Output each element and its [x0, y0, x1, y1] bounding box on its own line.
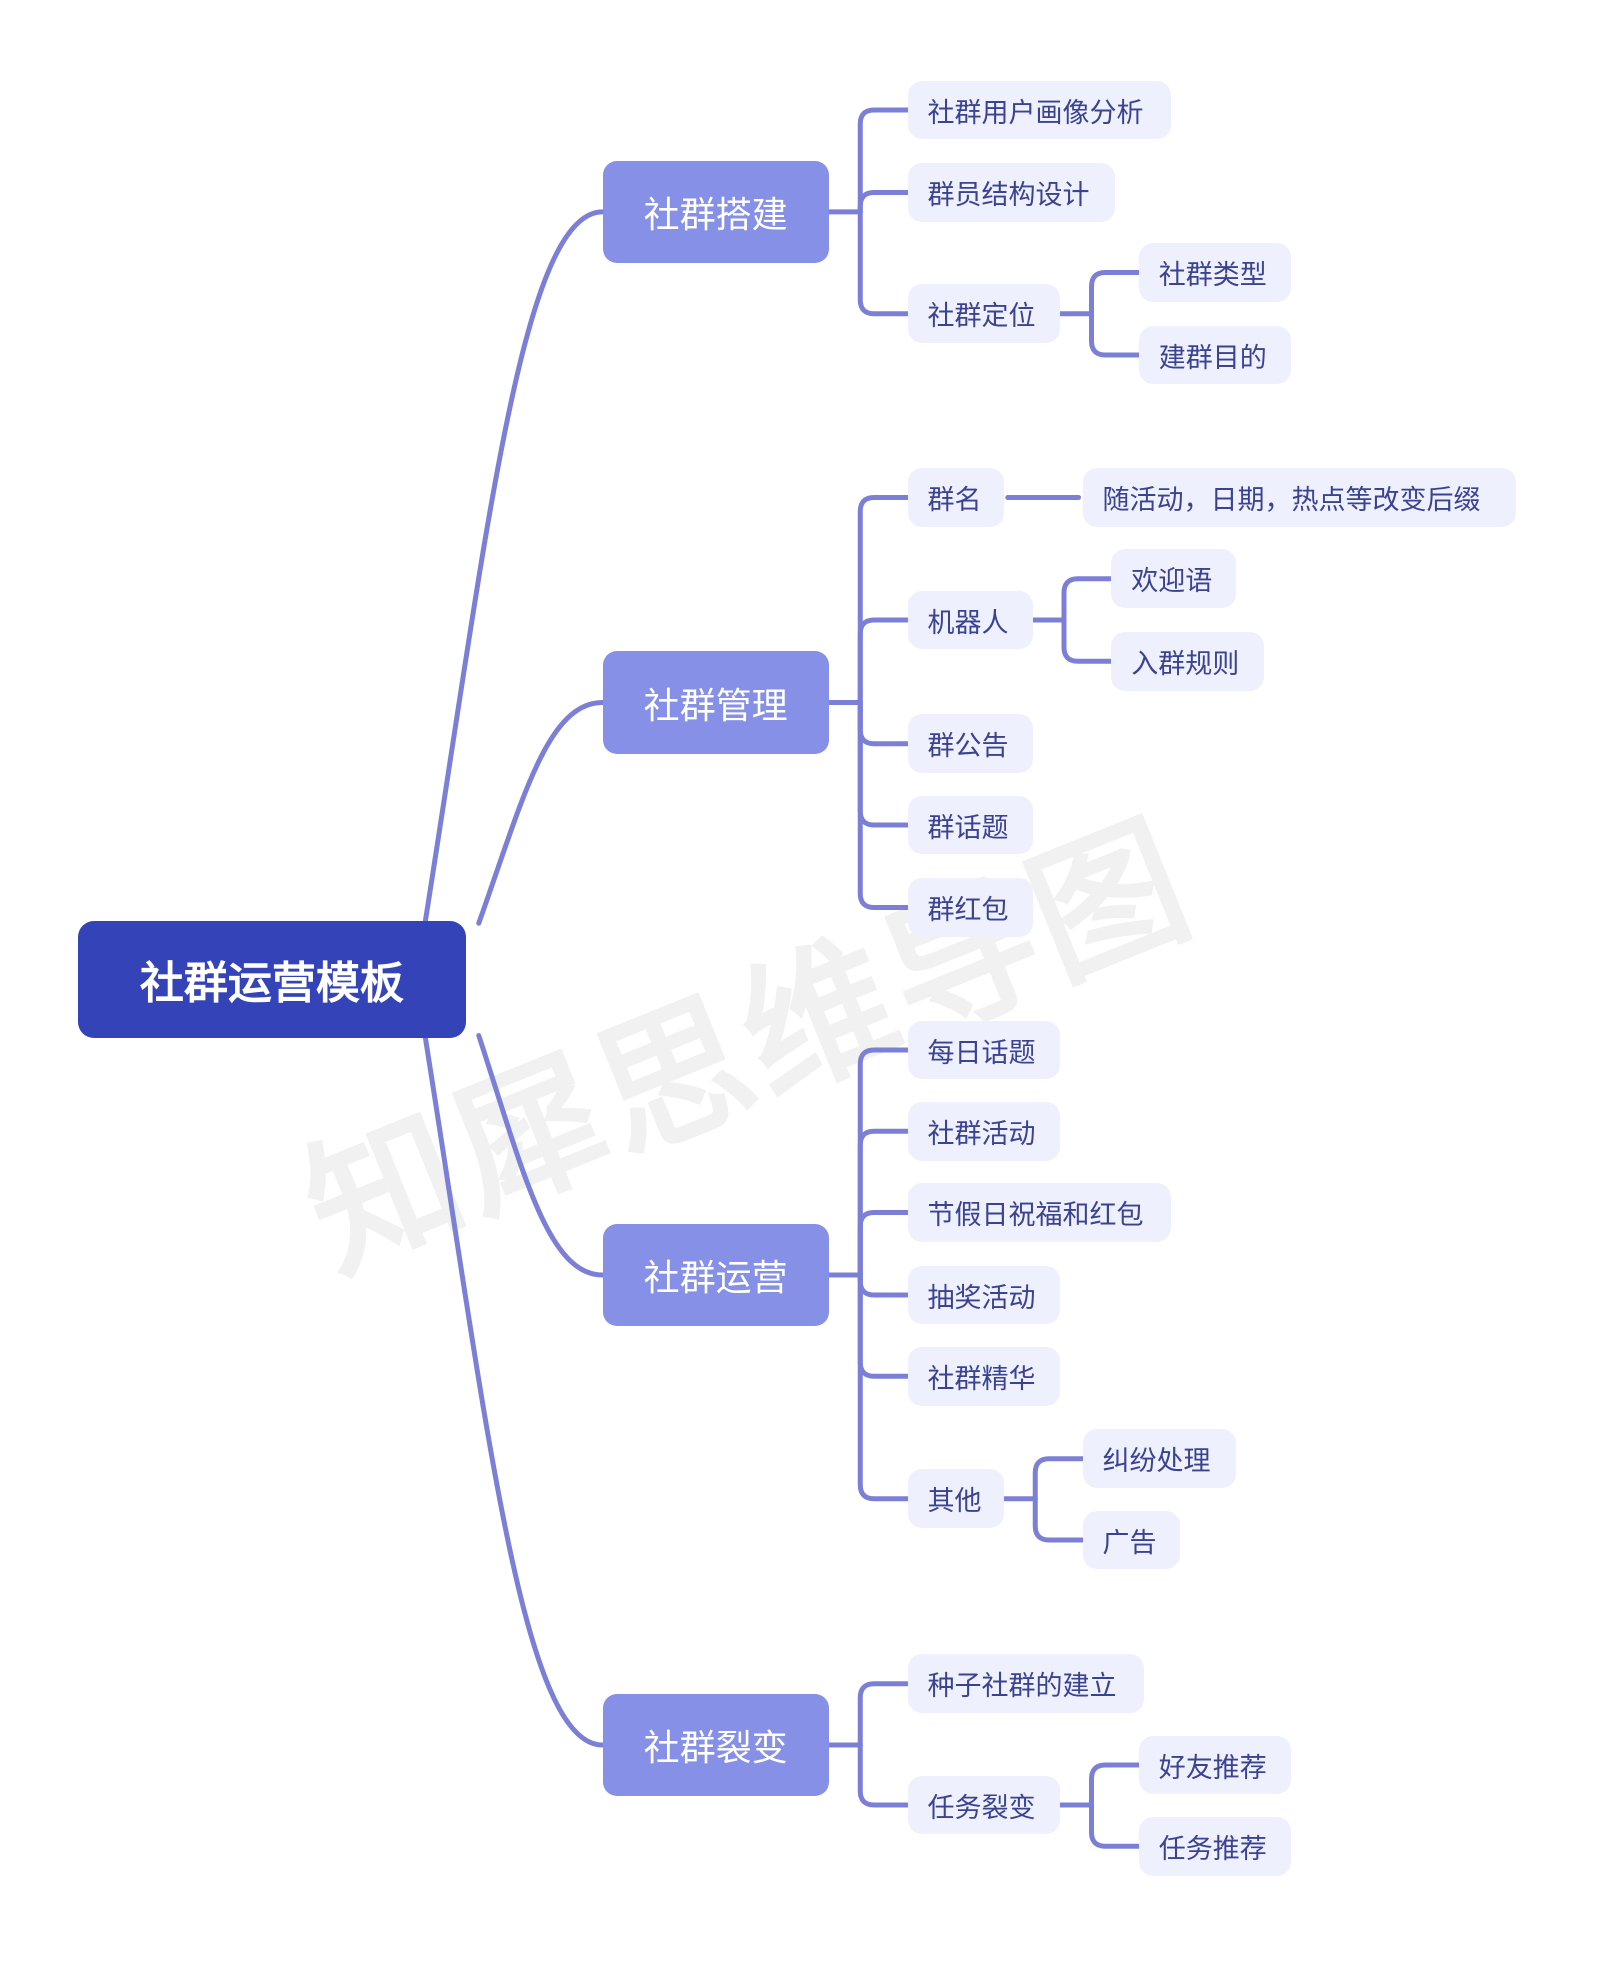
branch-2-connector — [857, 700, 910, 747]
branch-node-2-label: 社群管理 — [643, 685, 788, 727]
branch-node-4-label: 社群裂变 — [643, 1728, 788, 1769]
subtopic-node-label: 任务推荐 — [1158, 1833, 1267, 1865]
topic-node-label: 群红包 — [927, 895, 1009, 926]
topic-node-label: 社群用户画像分析 — [927, 97, 1144, 129]
topic-node-label: 群员结构设计 — [927, 180, 1090, 211]
topic-node[interactable]: 其他 — [907, 1469, 1004, 1529]
topic-node-label: 抽奖活动 — [927, 1282, 1036, 1314]
subtopic-node[interactable]: 随活动，日期，热点等改变后缀 — [1082, 468, 1517, 527]
subtopic-node-label: 纠纷处理 — [1102, 1446, 1211, 1478]
topic-node-label: 其他 — [927, 1486, 982, 1518]
subtopic-node-label: 社群类型 — [1158, 260, 1267, 291]
topic-node-label: 群名 — [927, 485, 982, 516]
topic-node-label: 每日话题 — [927, 1037, 1036, 1069]
branch-1-connector — [857, 209, 910, 317]
topic-node[interactable]: 种子社群的建立 — [907, 1654, 1144, 1714]
topic-node[interactable]: 社群定位 — [907, 284, 1060, 344]
topic-node-label: 机器人 — [927, 607, 1009, 639]
topic-node-label: 节假日祝福和红包 — [927, 1200, 1144, 1231]
topic-node-label: 群公告 — [927, 731, 1009, 763]
topic-node[interactable]: 抽奖活动 — [907, 1265, 1060, 1325]
branch-1-connector — [857, 107, 910, 215]
subtopic-node-label: 欢迎语 — [1131, 566, 1213, 598]
branch-2-connector — [857, 617, 910, 705]
branch-4-connector — [857, 1742, 910, 1808]
topic-connector — [1089, 1802, 1142, 1849]
topic-node[interactable]: 社群精华 — [907, 1346, 1060, 1406]
subtopic-node[interactable]: 社群类型 — [1138, 243, 1292, 302]
topic-node[interactable]: 社群活动 — [907, 1101, 1060, 1161]
subtopic-node-label: 建群目的 — [1158, 342, 1267, 374]
branch-3-connector — [857, 1047, 910, 1278]
topic-node-label: 社群精华 — [927, 1363, 1036, 1395]
branch-node-2[interactable]: 社群管理 — [602, 651, 829, 754]
topic-node[interactable]: 社群用户画像分析 — [907, 80, 1172, 140]
topic-node[interactable]: 群员结构设计 — [907, 163, 1115, 222]
topic-connector — [1032, 1456, 1085, 1502]
branch-2-connector — [857, 700, 910, 910]
root-connector — [476, 700, 605, 926]
branch-node-1-label: 社群搭建 — [643, 194, 788, 236]
subtopic-node-label: 好友推荐 — [1158, 1752, 1267, 1784]
subtopic-node[interactable]: 入群规则 — [1111, 631, 1264, 691]
topic-connector — [1089, 270, 1142, 317]
topic-node[interactable]: 任务裂变 — [907, 1775, 1060, 1835]
subtopic-node[interactable]: 纠纷处理 — [1082, 1429, 1237, 1489]
branch-4-connector — [857, 1681, 910, 1748]
topic-connector — [1089, 1762, 1142, 1808]
topic-connector — [1089, 311, 1142, 358]
topic-node[interactable]: 机器人 — [907, 590, 1033, 650]
topic-node-label: 种子社群的建立 — [927, 1671, 1117, 1703]
root-connector — [476, 1033, 605, 1278]
branch-3-connector — [857, 1210, 910, 1278]
topic-node-label: 任务裂变 — [927, 1792, 1036, 1824]
subtopic-node[interactable]: 广告 — [1082, 1510, 1180, 1570]
subtopic-node[interactable]: 好友推荐 — [1138, 1735, 1292, 1795]
topic-connector — [1032, 1496, 1085, 1543]
topic-node[interactable]: 群话题 — [907, 795, 1033, 855]
topic-node[interactable]: 节假日祝福和红包 — [907, 1183, 1172, 1242]
root-node-label: 社群运营模板 — [139, 958, 404, 1010]
branch-2-connector — [857, 700, 910, 828]
topic-node-label: 群话题 — [927, 812, 1009, 844]
mind-map-canvas: 知犀思维导图 社群运营模板 社群搭建 社群用户画像分析 群员结构设计 社群定位 社群类型建… — [0, 0, 1599, 1964]
subtopic-node[interactable]: 任务推荐 — [1138, 1816, 1292, 1876]
branch-3-connector — [857, 1272, 910, 1379]
topic-node[interactable]: 群名 — [907, 468, 1004, 527]
branch-node-4[interactable]: 社群裂变 — [602, 1693, 829, 1797]
branch-2-connector — [857, 495, 910, 705]
branch-3-connector — [857, 1272, 910, 1298]
topic-connector — [1061, 576, 1114, 623]
subtopic-node-label: 入群规则 — [1131, 648, 1240, 680]
branch-node-3[interactable]: 社群运营 — [602, 1223, 829, 1327]
branch-3-connector — [857, 1272, 910, 1502]
root-node[interactable]: 社群运营模板 — [77, 921, 467, 1038]
topic-node[interactable]: 群公告 — [907, 714, 1033, 774]
branch-node-1[interactable]: 社群搭建 — [602, 160, 829, 264]
topic-node[interactable]: 群红包 — [907, 878, 1033, 937]
topic-node-label: 社群定位 — [927, 301, 1036, 333]
branch-3-connector — [857, 1128, 910, 1278]
subtopic-node[interactable]: 欢迎语 — [1111, 549, 1237, 609]
topic-node[interactable]: 每日话题 — [907, 1020, 1060, 1080]
branch-node-3-label: 社群运营 — [643, 1258, 788, 1299]
branch-1-connector — [857, 190, 910, 215]
subtopic-node-label: 随活动，日期，热点等改变后缀 — [1102, 485, 1481, 516]
topic-connector — [1061, 617, 1114, 664]
subtopic-node-label: 广告 — [1102, 1527, 1157, 1559]
subtopic-node[interactable]: 建群目的 — [1138, 325, 1292, 385]
topic-node-label: 社群活动 — [927, 1118, 1036, 1150]
